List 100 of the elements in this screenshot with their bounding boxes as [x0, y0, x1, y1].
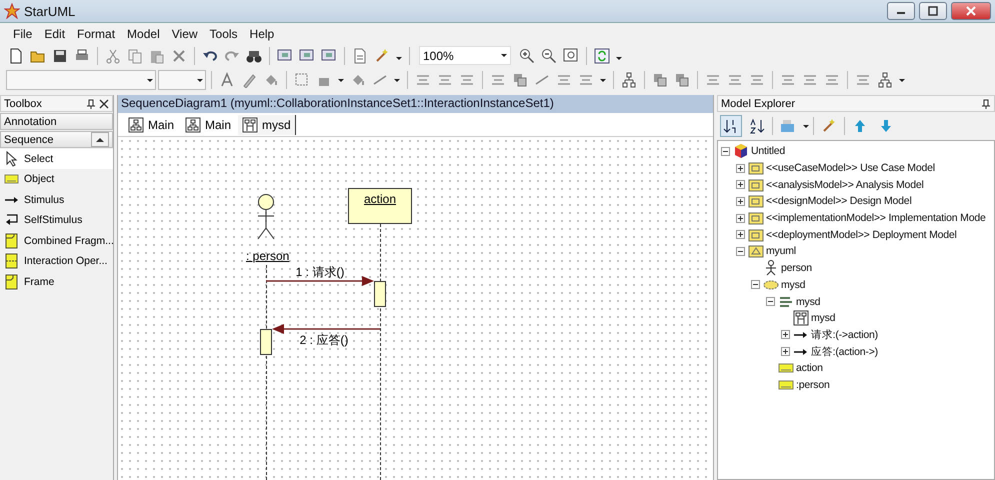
diagram-icon[interactable] — [299, 48, 315, 64]
tree-item[interactable]: mysd — [811, 312, 836, 324]
toolbox-group[interactable]: Sequence — [0, 131, 113, 148]
minimize-button[interactable] — [887, 2, 915, 20]
diagram-tab[interactable]: Main — [181, 114, 236, 134]
tree-item[interactable]: <<useCaseModel>> Use Case Model — [766, 162, 935, 174]
menu-item[interactable]: View — [166, 24, 203, 42]
tree-item[interactable]: <<implementationModel>> Implementation Mode — [766, 212, 986, 224]
diagram-icon[interactable] — [321, 48, 337, 64]
caret-icon[interactable] — [616, 57, 622, 60]
fit-page-icon[interactable] — [563, 48, 579, 64]
collapse-button[interactable] — [91, 132, 109, 147]
diagram-tab[interactable]: mysd — [238, 114, 296, 134]
toolbox-item[interactable]: Object — [0, 169, 113, 189]
caret-icon[interactable] — [338, 78, 344, 82]
layer-icon[interactable] — [652, 72, 668, 88]
pin-icon[interactable] — [981, 98, 991, 108]
self-arrow-icon[interactable] — [4, 212, 20, 228]
expand-icon[interactable] — [781, 347, 790, 356]
toolbox-item[interactable]: Stimulus — [0, 190, 113, 210]
layer-icon[interactable] — [674, 72, 690, 88]
caret-icon[interactable] — [396, 57, 402, 60]
model-package-icon[interactable] — [748, 226, 764, 243]
layer-icon[interactable] — [512, 72, 528, 88]
model-package-icon[interactable] — [748, 193, 764, 210]
toolbox-item[interactable]: Frame — [0, 272, 113, 292]
collapse-icon[interactable] — [721, 146, 730, 156]
expand-icon[interactable] — [736, 164, 745, 173]
wand-icon[interactable] — [821, 118, 837, 134]
menu-item[interactable]: Tools — [204, 24, 243, 42]
toolbox-item[interactable]: SelfStimulus — [0, 210, 113, 230]
restore-icon[interactable] — [928, 6, 938, 16]
caret-icon[interactable] — [600, 78, 606, 82]
caret-icon[interactable] — [394, 78, 400, 82]
zoom-in-icon[interactable] — [519, 48, 535, 64]
tree-item[interactable]: mysd — [781, 278, 806, 291]
frame-icon[interactable] — [4, 274, 20, 290]
tree-item[interactable]: <<deploymentModel>> Deployment Model — [766, 228, 957, 241]
cube-icon[interactable] — [733, 143, 749, 160]
tree-item[interactable]: Untitled — [751, 145, 786, 158]
expand-icon[interactable] — [781, 330, 790, 340]
refresh-icon[interactable] — [594, 48, 610, 64]
tree-layout-icon[interactable] — [877, 72, 893, 88]
caret-icon[interactable] — [899, 78, 905, 82]
new-file-icon[interactable] — [8, 48, 24, 64]
diagram-icon[interactable] — [277, 48, 293, 64]
toolbox-item[interactable]: Combined Fragm... — [0, 230, 113, 250]
menu-item[interactable]: Edit — [39, 24, 70, 42]
collapse-icon[interactable] — [736, 246, 745, 256]
menu-item[interactable]: File — [8, 24, 38, 42]
operand-icon[interactable] — [4, 253, 20, 269]
tree-item[interactable]: <<designModel>> Design Model — [766, 195, 912, 208]
expand-icon[interactable] — [736, 180, 745, 190]
document-icon[interactable] — [352, 48, 368, 64]
tree-item[interactable]: 请求:(->action) — [811, 328, 878, 342]
pen-icon[interactable] — [241, 72, 257, 88]
expand-icon[interactable] — [736, 214, 745, 223]
collapse-icon[interactable] — [751, 280, 760, 290]
close-icon[interactable] — [99, 98, 109, 108]
delete-icon[interactable] — [171, 48, 187, 64]
tree-item[interactable]: mysd — [796, 296, 820, 308]
maximize-button[interactable] — [919, 2, 947, 20]
tree-item[interactable]: person — [781, 262, 812, 274]
zoom-combo[interactable]: 100% — [419, 46, 511, 65]
tree-item[interactable]: :person — [796, 378, 830, 391]
pointer-icon[interactable] — [4, 150, 20, 166]
app-star-icon[interactable] — [4, 3, 20, 19]
tree-item[interactable]: myuml — [766, 245, 796, 258]
select-box-icon[interactable] — [294, 72, 310, 88]
tree-item[interactable]: action — [796, 362, 823, 374]
expand-icon[interactable] — [736, 196, 745, 206]
wand-icon[interactable] — [374, 48, 390, 64]
fragment-icon[interactable] — [4, 232, 20, 248]
toolbox-item[interactable]: Select — [0, 148, 113, 168]
menu-item[interactable]: Model — [122, 24, 165, 42]
diagram-tab[interactable]: Main — [124, 114, 180, 134]
model-package-icon[interactable] — [748, 160, 764, 176]
tree-layout-icon[interactable] — [621, 72, 637, 88]
model-package-icon[interactable] — [748, 210, 764, 226]
close-button[interactable] — [951, 2, 991, 20]
save-icon[interactable] — [52, 48, 68, 64]
menu-item[interactable]: Format — [72, 24, 120, 42]
toolbox-item[interactable]: Interaction Oper... — [0, 251, 113, 271]
collapse-icon[interactable] — [766, 297, 775, 306]
toolbox-group[interactable]: Annotation — [0, 113, 113, 130]
zoom-out-icon[interactable] — [541, 48, 557, 64]
sort-alpha-icon[interactable] — [749, 118, 765, 134]
font-icon[interactable] — [219, 72, 235, 88]
pin-icon[interactable] — [86, 98, 96, 108]
tree-item[interactable]: <<analysisModel>> Analysis Model — [766, 178, 924, 191]
tree-item[interactable]: 应答:(action->) — [811, 344, 878, 359]
caret-icon[interactable] — [803, 124, 809, 128]
cut-icon[interactable] — [105, 48, 121, 64]
actor-icon[interactable] — [763, 260, 779, 276]
down-arrow-icon[interactable] — [878, 118, 894, 134]
up-arrow-icon[interactable] — [852, 118, 868, 134]
menu-item[interactable]: Help — [244, 24, 280, 42]
expand-icon[interactable] — [736, 230, 745, 240]
package-icon[interactable] — [748, 243, 764, 260]
model-package-icon[interactable] — [748, 176, 764, 193]
